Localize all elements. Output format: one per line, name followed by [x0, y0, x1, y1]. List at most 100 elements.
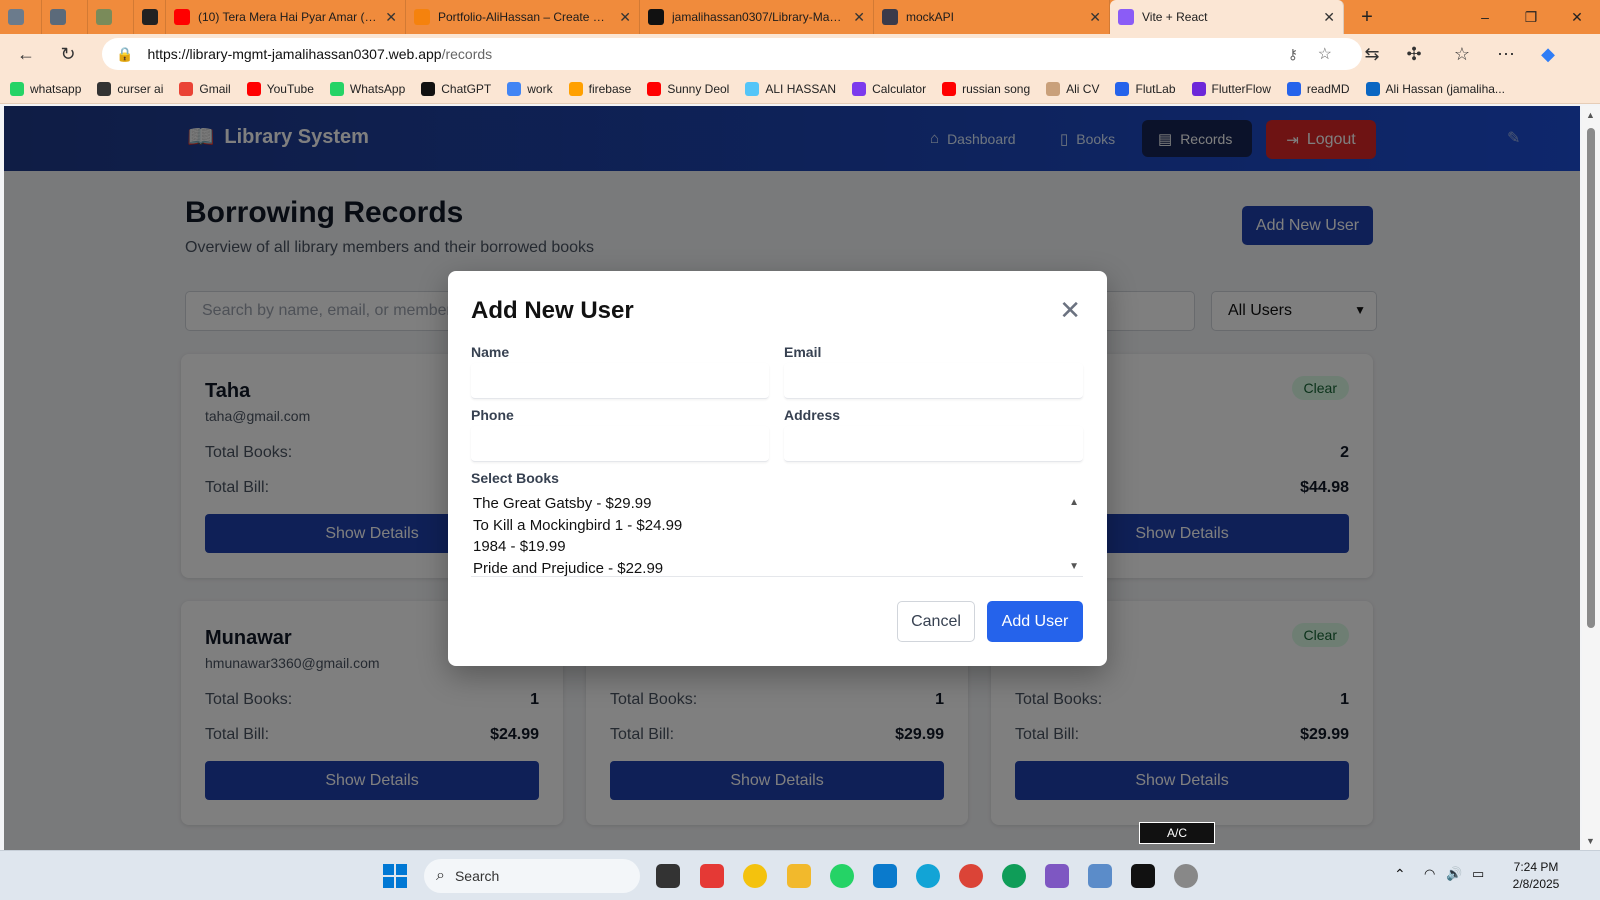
cancel-button[interactable]: Cancel [897, 601, 975, 642]
favorites-icon[interactable]: ☆ [1444, 36, 1480, 72]
book-option[interactable]: To Kill a Mockingbird 1 - $24.99 [471, 515, 1083, 537]
tab-favicon-icon [648, 9, 664, 25]
clock-app-icon[interactable] [1174, 864, 1198, 888]
browser-tab[interactable]: Vite + React ✕ [1110, 0, 1344, 34]
bookmark-icon [647, 81, 662, 96]
tab-title: (10) Tera Mera Hai Pyar Amar (fro [198, 10, 378, 24]
close-tab-icon[interactable]: ✕ [385, 9, 397, 26]
close-tab-icon[interactable]: ✕ [853, 9, 865, 26]
page-scrollbar[interactable]: ▲ ▼ [1582, 106, 1600, 850]
whatsapp-icon[interactable] [830, 864, 854, 888]
bookmark-item[interactable]: Ali CV [1046, 81, 1099, 96]
minimize-icon[interactable]: – [1462, 0, 1508, 34]
browser-tab[interactable] [0, 0, 42, 34]
extensions-icon[interactable]: ✣ [1396, 36, 1432, 72]
book-option[interactable]: Pride and Prejudice - $22.99 [471, 558, 1083, 577]
bookmark-item[interactable]: FlutLab [1115, 81, 1176, 96]
taskbar-search-label: Search [454, 868, 500, 884]
bookmark-label: whatsapp [30, 81, 82, 96]
monitor-app-icon[interactable] [1088, 864, 1112, 888]
chevron-up-icon[interactable]: ⌃ [1394, 866, 1406, 883]
clock-time: 7:24 PM [1513, 860, 1559, 874]
close-tab-icon[interactable]: ✕ [1323, 9, 1335, 26]
taskbar-search[interactable]: ⌕ Search [424, 859, 640, 893]
bookmark-icon [1286, 81, 1301, 96]
browser-tab[interactable]: mockAPI ✕ [874, 0, 1110, 34]
task-view-icon[interactable] [656, 864, 680, 888]
bookmark-item[interactable]: FlutterFlow [1191, 81, 1271, 96]
name-field[interactable] [471, 363, 769, 399]
bookmark-item[interactable]: firebase [568, 81, 631, 96]
edge-icon[interactable] [916, 864, 940, 888]
key-icon[interactable]: ⚷ [1288, 46, 1298, 63]
chrome-profile-icon[interactable] [1002, 864, 1026, 888]
bookmark-item[interactable]: whatsapp [10, 81, 82, 96]
translate-icon[interactable]: ⇆ [1354, 36, 1390, 72]
visual-studio-icon[interactable] [1045, 864, 1069, 888]
bookmark-icon [942, 81, 957, 96]
bookmark-icon [568, 81, 583, 96]
scrollbar-thumb[interactable] [1587, 128, 1595, 628]
capcut-icon[interactable] [1131, 864, 1155, 888]
browser-tab[interactable]: Portfolio-AliHassan – Create proje ✕ [406, 0, 640, 34]
browser-tab[interactable]: jamalihassan0307/Library-Manag ✕ [640, 0, 874, 34]
vscode-icon[interactable] [873, 864, 897, 888]
close-icon[interactable]: ✕ [1059, 297, 1081, 323]
bookmark-item[interactable]: WhatsApp [329, 81, 405, 96]
book-option[interactable]: The Great Gatsby - $29.99 [471, 493, 1083, 515]
wifi-icon[interactable]: ◠ [1424, 866, 1435, 882]
favorite-star-icon[interactable]: ☆ [1318, 44, 1332, 64]
bookmark-item[interactable]: russian song [942, 81, 1030, 96]
copilot-icon[interactable]: ◆ [1530, 36, 1566, 72]
bookmark-item[interactable]: Gmail [179, 81, 231, 96]
close-tab-icon[interactable]: ✕ [619, 9, 631, 26]
bookmark-item[interactable]: work [507, 81, 553, 96]
chrome-icon[interactable] [959, 864, 983, 888]
back-icon[interactable]: ← [8, 36, 44, 72]
reload-icon[interactable]: ↻ [50, 36, 86, 72]
browser-tab[interactable] [134, 0, 166, 34]
bookmark-item[interactable]: Calculator [852, 81, 927, 96]
bookmark-item[interactable]: curser ai [97, 81, 163, 96]
more-menu-icon[interactable]: ⋯ [1488, 36, 1524, 72]
bookmark-item[interactable]: Sunny Deol [647, 81, 730, 96]
bookmark-label: Sunny Deol [667, 81, 730, 96]
close-window-icon[interactable]: ✕ [1554, 0, 1600, 34]
book-option[interactable]: 1984 - $19.99 [471, 536, 1083, 558]
scroll-down-icon[interactable]: ▼ [1069, 561, 1079, 572]
bookmark-item[interactable]: ChatGPT [421, 81, 492, 96]
windows-start-icon[interactable] [383, 864, 407, 888]
scroll-down-icon[interactable]: ▼ [1586, 836, 1595, 846]
volume-icon[interactable]: 🔊 [1446, 866, 1462, 882]
scroll-up-icon[interactable]: ▲ [1069, 497, 1079, 508]
bookmark-item[interactable]: Ali Hassan (jamaliha... [1365, 81, 1505, 96]
taskbar-clock[interactable]: 7:24 PM 2/8/2025 [1506, 860, 1566, 891]
scroll-up-icon[interactable]: ▲ [1586, 110, 1595, 120]
browser-tab[interactable] [88, 0, 134, 34]
battery-icon[interactable]: ▭ [1472, 866, 1484, 882]
browser-tab[interactable] [42, 0, 88, 34]
bookmark-icon [329, 81, 344, 96]
url-host: https://library-mgmt-jamalihassan0307.we… [147, 46, 442, 62]
restore-icon[interactable]: ❐ [1508, 0, 1554, 34]
bookmark-item[interactable]: YouTube [246, 81, 314, 96]
browser-tab[interactable]: (10) Tera Mera Hai Pyar Amar (fro ✕ [166, 0, 406, 34]
chat-app-icon[interactable] [743, 864, 767, 888]
file-explorer-icon[interactable] [787, 864, 811, 888]
browser-tab-bar: (10) Tera Mera Hai Pyar Amar (fro ✕ Portfo… [0, 0, 1600, 34]
bookmark-label: work [527, 81, 553, 96]
address-field[interactable] [784, 426, 1083, 462]
phone-field[interactable] [471, 426, 769, 462]
email-field[interactable] [784, 363, 1083, 399]
anydesk-icon[interactable] [700, 864, 724, 888]
bookmark-item[interactable]: readMD [1286, 81, 1350, 96]
bookmark-item[interactable]: ALI HASSAN [745, 81, 836, 96]
close-tab-icon[interactable]: ✕ [1089, 9, 1101, 26]
add-user-button[interactable]: Add User [987, 601, 1083, 642]
email-label: Email [784, 344, 822, 360]
url-field[interactable]: 🔒 https://library-mgmt-jamalihassan0307.… [102, 38, 1362, 70]
bookmark-label: ChatGPT [441, 81, 492, 96]
books-multiselect[interactable]: The Great Gatsby - $29.99 To Kill a Mocki… [471, 489, 1083, 577]
bookmark-label: Calculator [872, 81, 927, 96]
new-tab-button[interactable]: + [1344, 0, 1390, 34]
